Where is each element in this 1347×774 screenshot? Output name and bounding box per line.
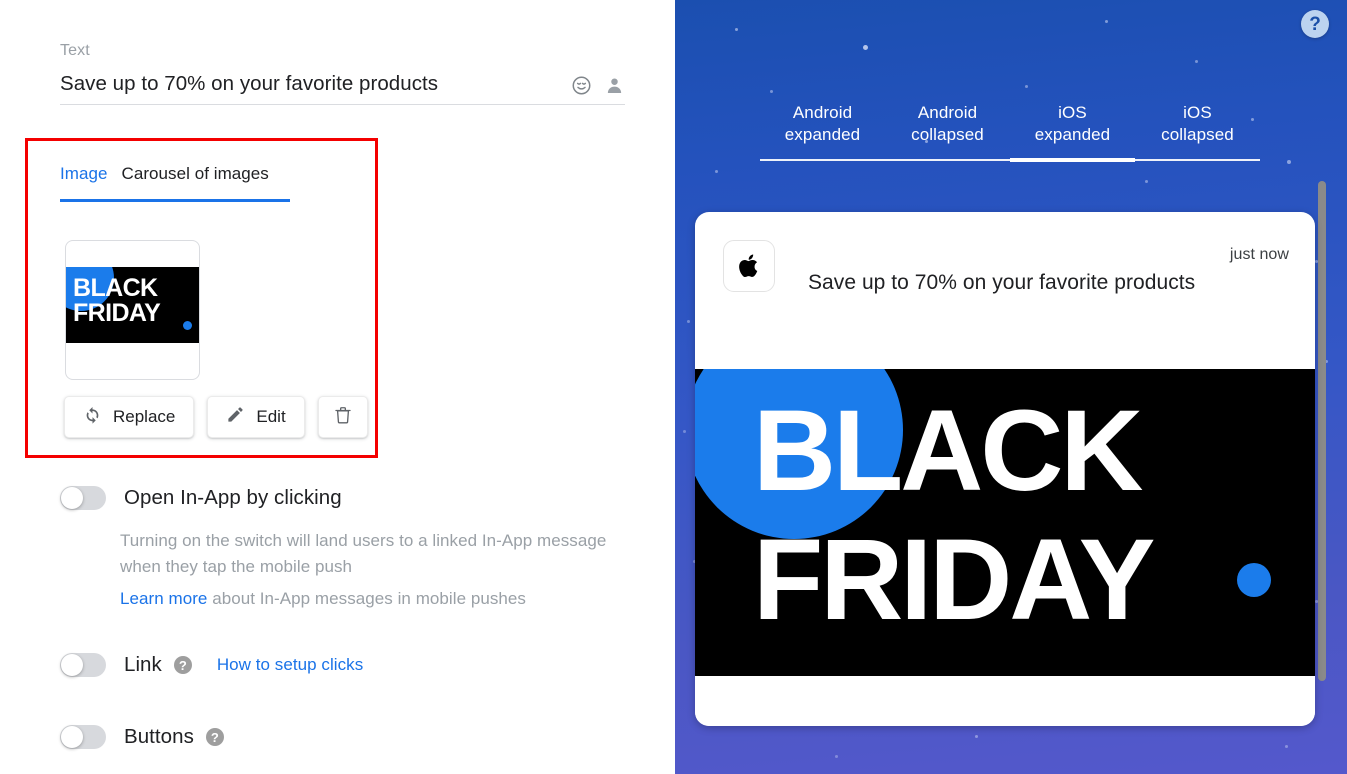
notification-title: Save up to 70% on your favorite products [808,271,1196,294]
editor-panel: Text Save up to 70% on your favorite pro… [0,0,675,774]
replace-button-label: Replace [113,407,176,426]
how-to-setup-clicks-link[interactable]: How to setup clicks [217,655,363,675]
buttons-label: Buttons [124,725,194,748]
learn-more-link[interactable]: Learn more [120,589,207,608]
tab-line2: collapsed [1161,125,1234,144]
delete-image-button[interactable] [317,396,368,438]
message-text-input[interactable]: Save up to 70% on your favorite products [60,70,438,98]
open-in-app-row: Open In-App by clicking [60,485,630,511]
image-tabs-underline [60,199,290,202]
buttons-toggle[interactable] [60,725,106,749]
question-mark-icon: ? [1309,13,1321,35]
tab-line2: collapsed [911,125,984,144]
thumbnail-blue-dot [183,321,192,330]
apple-logo-icon [723,240,775,292]
pencil-icon [226,405,245,429]
image-blue-dot [1237,563,1271,597]
link-toggle[interactable] [60,653,106,677]
text-field-icons [570,74,625,98]
notification-footer [695,676,1315,726]
link-row: Link ? How to setup clicks [60,652,363,678]
link-group: Link ? How to setup clicks [60,652,363,678]
preview-tabs-underline [760,158,1260,162]
person-icon[interactable] [603,74,625,96]
refresh-icon [83,405,102,429]
emoji-smiley-icon[interactable] [570,74,592,96]
edit-button-label: Edit [256,407,286,426]
toggle-knob [61,726,83,748]
tab-line2: expanded [784,125,861,144]
replace-image-button[interactable]: Replace [64,396,195,438]
tabs-underline-active [60,199,115,202]
open-in-app-description: Turning on the switch will land users to… [120,531,607,576]
question-mark-icon[interactable]: ? [173,656,192,674]
notification-header: just now Save up to 70% on your favorite… [695,212,1315,369]
question-mark-icon[interactable]: ? [205,728,224,746]
buttons-row: Buttons ? [60,724,224,750]
image-type-tabs: Image Carousel of images [60,162,360,202]
tab-android-expanded[interactable]: Android expanded [760,102,885,154]
notification-preview-card: just now Save up to 70% on your favorite… [695,212,1315,726]
learn-more-suffix: about In-App messages in mobile pushes [207,589,526,608]
tab-android-collapsed[interactable]: Android collapsed [885,102,1010,154]
image-text-line1: BLACK [753,387,1143,515]
tab-line1: Android [917,103,978,122]
link-label: Link [124,653,162,676]
tab-ios-expanded[interactable]: iOS expanded [1010,102,1135,154]
image-thumbnail[interactable]: BLACK FRIDAY [65,240,200,380]
notification-image: BLACK FRIDAY [695,369,1315,676]
tab-line2: expanded [1034,125,1111,144]
image-action-buttons: Replace Edit [64,396,368,438]
open-in-app-learn-more-line: Learn more about In-App messages in mobi… [120,586,630,612]
notification-timestamp: just now [1229,246,1289,263]
trash-icon [333,405,353,430]
push-notification-editor: Text Save up to 70% on your favorite pro… [0,0,1347,774]
text-field-row: Save up to 70% on your favorite products [60,70,625,105]
text-field-label: Text [60,42,90,59]
edit-image-button[interactable]: Edit [207,396,305,438]
thumbnail-banner: BLACK FRIDAY [66,267,199,343]
buttons-group: Buttons ? [60,724,224,750]
open-in-app-toggle[interactable] [60,486,106,510]
preview-tabs-underline-active [1010,158,1135,162]
tab-line1: iOS [1183,103,1212,122]
preview-tabs: Android expanded Android collapsed iOS e… [760,102,1260,154]
tab-ios-collapsed[interactable]: iOS collapsed [1135,102,1260,154]
message-text-field-group: Text Save up to 70% on your favorite pro… [60,40,625,105]
toggle-knob [61,487,83,509]
preview-scrollbar[interactable] [1318,181,1326,681]
thumbnail-text-line2: FRIDAY [73,299,161,327]
tab-line1: Android [792,103,853,122]
image-tabs-row: Image Carousel of images [60,162,360,186]
open-in-app-label: Open In-App by clicking [124,486,342,509]
open-in-app-group: Open In-App by clicking Turning on the s… [60,485,630,612]
image-text-line2: FRIDAY [753,516,1155,644]
tab-carousel-of-images[interactable]: Carousel of images [122,162,269,186]
tab-line1: iOS [1058,103,1087,122]
help-button[interactable]: ? [1301,10,1329,38]
tab-image[interactable]: Image [60,162,108,186]
toggle-knob [61,654,83,676]
